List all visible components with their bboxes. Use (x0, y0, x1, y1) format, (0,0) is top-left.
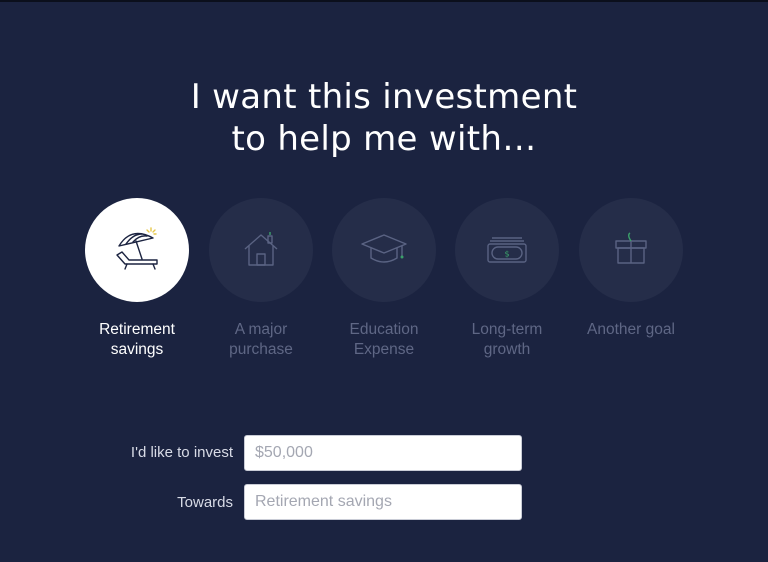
goal-label-line2: growth (483, 341, 531, 358)
goal-option-education-expense[interactable]: Education Expense (332, 198, 436, 360)
beach-umbrella-icon (116, 227, 158, 270)
goal-label-line1: Education (349, 321, 419, 338)
goal-option-long-term-growth[interactable]: $ Long-term growth (455, 198, 559, 360)
goal-option-retirement-savings[interactable]: Retirement savings (85, 198, 189, 360)
goal-option-another-goal[interactable]: Another goal (579, 198, 683, 340)
svg-text:$: $ (504, 250, 509, 259)
page-title-line1: I want this investment (190, 77, 578, 117)
invest-amount-input[interactable] (244, 435, 522, 471)
towards-label: Towards (177, 494, 233, 511)
goal-label: A major purchase (191, 320, 331, 360)
goal-label: Another goal (561, 320, 701, 340)
goal-label-line1: Long-term (471, 321, 543, 338)
invest-amount-label: I'd like to invest (130, 444, 233, 461)
goal-circle[interactable] (209, 198, 313, 302)
money-bill-icon: $ (487, 237, 527, 263)
goal-label-line1: Another goal (587, 321, 675, 338)
goal-label: Retirement savings (67, 320, 207, 360)
page-title: I want this investment to help me with… (0, 76, 768, 160)
top-border (0, 0, 768, 2)
goal-label-line2: purchase (229, 341, 293, 358)
goal-circle[interactable] (332, 198, 436, 302)
house-icon (244, 232, 278, 266)
goal-label-line2: savings (110, 341, 164, 358)
page-title-line2: to help me with… (231, 119, 537, 159)
towards-input[interactable] (244, 484, 522, 520)
goal-circle[interactable] (85, 198, 189, 302)
goal-circle[interactable]: $ (455, 198, 559, 302)
goal-label: Education Expense (314, 320, 454, 360)
goal-circle[interactable] (579, 198, 683, 302)
goal-label-line2: Expense (353, 341, 415, 358)
graduation-cap-icon (361, 234, 407, 263)
goal-label-line1: A major (234, 321, 288, 338)
goal-option-major-purchase[interactable]: A major purchase (209, 198, 313, 360)
goal-label-line1: Retirement (99, 321, 175, 338)
gift-box-icon (615, 232, 647, 264)
goal-label: Long-term growth (437, 320, 577, 360)
